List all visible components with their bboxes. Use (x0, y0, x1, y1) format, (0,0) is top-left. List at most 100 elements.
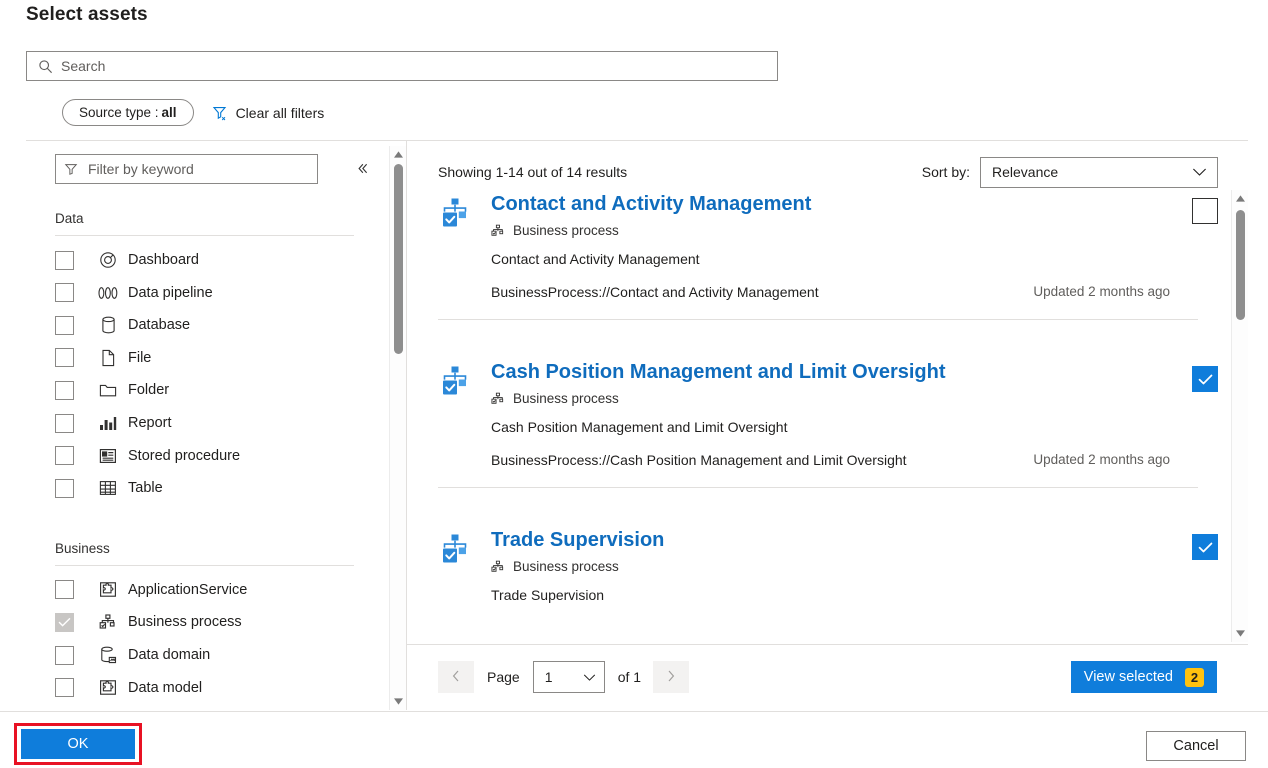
facet-group-divider (55, 565, 354, 566)
sort-by-group: Sort by: Relevance (922, 157, 1218, 188)
database-icon (98, 315, 118, 335)
table-icon (98, 478, 118, 498)
result-title-link[interactable]: Trade Supervision (491, 529, 664, 552)
results-scroll-down-arrow[interactable] (1232, 625, 1249, 642)
result-type: Business process (491, 223, 619, 238)
result-type-label: Business process (513, 391, 619, 406)
result-select-checkbox[interactable] (1192, 198, 1218, 224)
results-scrollbar[interactable] (1231, 190, 1248, 642)
business-process-icon (491, 391, 506, 406)
result-type: Business process (491, 559, 619, 574)
facet-scrollbar-thumb[interactable] (394, 164, 403, 354)
collapse-panel-button[interactable] (351, 159, 373, 181)
page-total-label: of 1 (618, 669, 641, 685)
result-qualified-name: BusinessProcess://Cash Position Manageme… (491, 452, 907, 468)
result-title-link[interactable]: Contact and Activity Management (491, 193, 811, 216)
facet-item-data-pipeline[interactable]: Data pipeline (55, 277, 365, 309)
facet-item-table[interactable]: Table (55, 472, 365, 504)
result-description: Trade Supervision (491, 587, 604, 603)
facet-item-dashboard[interactable]: Dashboard (55, 244, 365, 276)
facet-item-business-process[interactable]: Business process (55, 606, 365, 638)
clear-all-filters-button[interactable]: Clear all filters (212, 105, 325, 121)
business-process-asset-icon (438, 365, 472, 399)
result-item[interactable]: Cash Position Management and Limit Overs… (438, 361, 1218, 483)
facet-item-data-model[interactable]: Data model (55, 672, 365, 704)
keyword-filter-box[interactable] (55, 154, 318, 184)
report-icon (98, 413, 118, 433)
facet-scroll-down-arrow[interactable] (390, 693, 407, 710)
facet-checkbox[interactable] (55, 316, 74, 335)
result-type-label: Business process (513, 223, 619, 238)
business-process-asset-icon (438, 533, 472, 567)
data-pipeline-icon (98, 283, 118, 303)
cancel-button[interactable]: Cancel (1146, 731, 1246, 761)
result-title-link[interactable]: Cash Position Management and Limit Overs… (491, 361, 946, 384)
facet-item-data-domain[interactable]: Data domain (55, 639, 365, 671)
business-process-asset-icon (438, 197, 472, 231)
facet-checkbox[interactable] (55, 251, 74, 270)
results-header: Showing 1-14 out of 14 results Sort by: … (438, 157, 1218, 187)
clear-all-filters-label: Clear all filters (236, 105, 325, 121)
facet-checkbox[interactable] (55, 283, 74, 302)
source-type-chip[interactable]: Source type : all (62, 99, 194, 126)
page-title: Select assets (26, 4, 148, 26)
result-qualified-name: BusinessProcess://Contact and Activity M… (491, 284, 819, 300)
facet-item-database[interactable]: Database (55, 309, 365, 341)
chevron-down-icon (583, 673, 596, 682)
result-item[interactable]: Trade Supervision Business process Trade S… (438, 529, 1218, 635)
facet-item-folder[interactable]: Folder (55, 374, 365, 406)
application-service-icon (98, 580, 118, 600)
facet-checkbox[interactable] (55, 348, 74, 367)
facet-item-file[interactable]: File (55, 342, 365, 374)
facet-item-report[interactable]: Report (55, 407, 365, 439)
facet-checkbox[interactable] (55, 479, 74, 498)
facet-scrollbar[interactable] (389, 146, 406, 710)
facet-item-label: Report (128, 415, 172, 431)
facet-checkbox[interactable] (55, 613, 74, 632)
result-select-checkbox[interactable] (1192, 534, 1218, 560)
facet-checkbox[interactable] (55, 446, 74, 465)
business-process-icon (98, 612, 118, 632)
sort-by-value: Relevance (992, 164, 1058, 180)
facet-item-label: Folder (128, 382, 169, 398)
keyword-filter-input[interactable] (80, 156, 309, 182)
facet-item-label: Data model (128, 680, 202, 696)
business-process-icon (491, 223, 506, 238)
previous-page-button[interactable] (438, 661, 474, 693)
facet-item-label: Table (128, 480, 163, 496)
results-scrollbar-thumb[interactable] (1236, 210, 1245, 320)
data-model-icon (98, 678, 118, 698)
sort-by-select[interactable]: Relevance (980, 157, 1218, 188)
facet-checkbox[interactable] (55, 678, 74, 697)
stored-procedure-icon (98, 446, 118, 466)
facet-panel: DataDashboardData pipelineDatabaseFileFo… (26, 141, 406, 710)
facet-checkbox[interactable] (55, 414, 74, 433)
view-selected-button[interactable]: View selected 2 (1071, 661, 1217, 693)
funnel-icon (64, 162, 80, 176)
chevron-double-left-icon (355, 161, 370, 180)
search-input[interactable] (54, 53, 768, 79)
filter-clear-icon (212, 105, 228, 121)
facet-item-label: Dashboard (128, 252, 199, 268)
ok-button[interactable]: OK (21, 729, 135, 759)
page-label: Page (487, 669, 520, 685)
facet-checkbox[interactable] (55, 580, 74, 599)
result-type: Business process (491, 391, 619, 406)
page-select[interactable]: 1 (533, 661, 605, 693)
result-select-checkbox[interactable] (1192, 366, 1218, 392)
result-separator (438, 319, 1198, 320)
facet-checkbox[interactable] (55, 646, 74, 665)
facet-item-applicationservice[interactable]: ApplicationService (55, 574, 365, 606)
results-scroll-up-arrow[interactable] (1232, 190, 1249, 207)
ok-button-highlight: OK (14, 723, 142, 765)
facet-scroll-up-arrow[interactable] (390, 146, 407, 163)
footer-divider (0, 711, 1268, 712)
result-item[interactable]: Contact and Activity Management Business … (438, 193, 1218, 315)
facet-checkbox[interactable] (55, 381, 74, 400)
search-box[interactable] (26, 51, 778, 81)
pagination: Page 1 of 1 (438, 661, 689, 693)
facet-item-stored-procedure[interactable]: Stored procedure (55, 440, 365, 472)
chevron-left-icon (452, 669, 460, 685)
facet-item-label: Database (128, 317, 190, 333)
next-page-button[interactable] (653, 661, 689, 693)
